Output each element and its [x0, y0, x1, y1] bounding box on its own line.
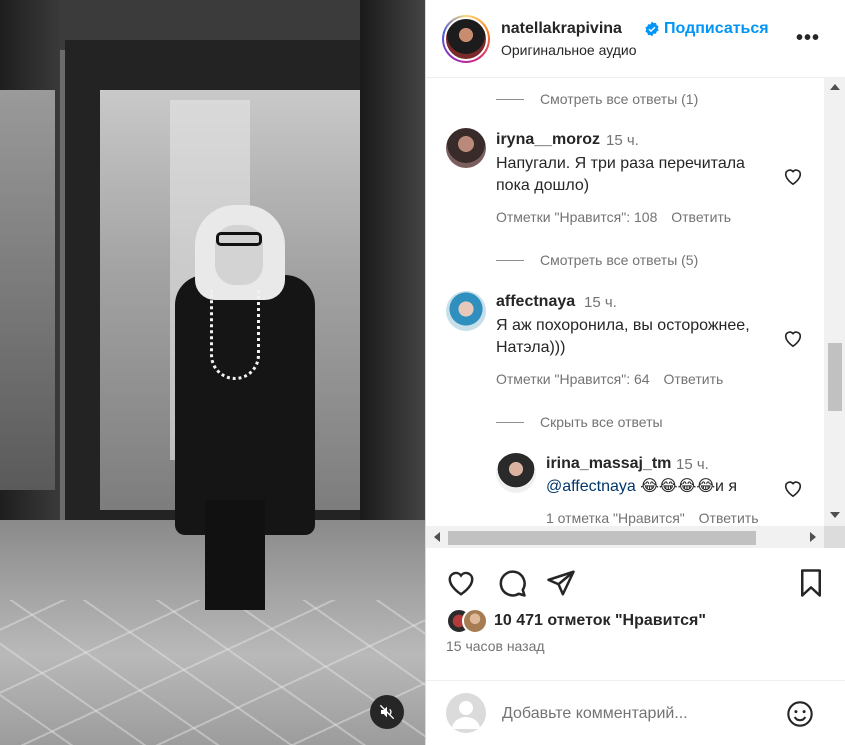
muted-speaker-icon	[379, 704, 395, 720]
vertical-scroll-thumb[interactable]	[828, 343, 842, 411]
post-header: natellakrapivina Подписаться Оригинально…	[426, 0, 845, 78]
default-avatar-icon	[452, 701, 480, 729]
reply-text-rest: 😂😂😂😂и я	[635, 478, 738, 495]
current-user-avatar	[446, 693, 486, 733]
view-replies-label: Смотреть все ответы (1)	[540, 91, 699, 107]
comment-time: 15 ч.	[606, 132, 639, 149]
comment-meta: Отметки "Нравится": 108 Ответить	[496, 209, 741, 225]
verified-badge-icon	[645, 21, 659, 37]
emoji-icon[interactable]	[786, 700, 814, 728]
reply-like-heart-icon[interactable]	[782, 478, 804, 498]
comment-text-line2: Натэла)))	[496, 339, 566, 356]
scroll-down-arrow-icon[interactable]	[830, 512, 840, 518]
comment-icon[interactable]	[497, 568, 527, 598]
author-avatar[interactable]	[442, 15, 490, 63]
comment-text-line2: пока дошло)	[496, 177, 590, 194]
view-replies-label: Смотреть все ответы (5)	[540, 252, 699, 268]
media-figure-legs	[205, 500, 265, 610]
comment-avatar[interactable]	[446, 291, 486, 331]
comment-meta: Отметки "Нравится": 64 Ответить	[496, 371, 733, 387]
mute-button[interactable]	[370, 695, 404, 729]
comment-likes-count[interactable]: Отметки "Нравится": 108	[496, 209, 657, 225]
heart-icon[interactable]	[446, 568, 476, 598]
media-floor-pattern	[0, 600, 425, 745]
comment-username[interactable]: iryna__moroz	[496, 131, 600, 149]
comment-input[interactable]	[502, 703, 772, 725]
scroll-right-arrow-icon[interactable]	[810, 532, 816, 542]
scrollbar-corner	[824, 526, 845, 548]
replies-divider	[496, 421, 524, 423]
liker-avatar[interactable]	[462, 608, 488, 634]
media-figure-glasses	[216, 232, 262, 246]
audio-label[interactable]: Оригинальное аудио	[501, 42, 637, 58]
post-media[interactable]	[0, 0, 425, 745]
view-replies-button[interactable]: Смотреть все ответы (1)	[496, 91, 698, 107]
comment-reply-button[interactable]: Ответить	[663, 371, 723, 387]
send-icon[interactable]	[546, 568, 576, 598]
horizontal-scrollbar[interactable]	[426, 526, 824, 548]
scroll-left-arrow-icon[interactable]	[434, 532, 440, 542]
replies-divider	[496, 259, 524, 261]
post-actions	[426, 560, 845, 608]
media-figure-pearls	[210, 290, 260, 380]
view-replies-button[interactable]: Смотреть все ответы (5)	[496, 252, 698, 268]
comments-list: Смотреть все ответы (1) iryna__moroz 15 …	[426, 78, 845, 526]
comment-avatar[interactable]	[446, 128, 486, 168]
vertical-scrollbar[interactable]	[824, 78, 845, 526]
reply-username[interactable]: irina_massaj_tm	[546, 455, 671, 473]
author-username[interactable]: natellakrapivina	[501, 20, 622, 38]
reply-text: @affectnaya 😂😂😂😂и я	[546, 476, 737, 498]
horizontal-scroll-thumb[interactable]	[448, 531, 756, 545]
comment-username[interactable]: affectnaya	[496, 293, 575, 311]
likes-summary: 10 471 отметок "Нравится"	[446, 606, 706, 636]
likes-count[interactable]: 10 471 отметок "Нравится"	[494, 612, 706, 630]
scroll-up-arrow-icon[interactable]	[830, 84, 840, 90]
comment-like-heart-icon[interactable]	[782, 166, 804, 186]
reply-meta: 1 отметка "Нравится" Ответить	[546, 510, 768, 526]
comment-text: Я аж похоронила, вы осторожнее,	[496, 317, 750, 334]
media-pillar	[360, 0, 425, 560]
reply-likes-count[interactable]: 1 отметка "Нравится"	[546, 510, 685, 526]
reply-mention-link[interactable]: @affectnaya	[546, 478, 636, 495]
comment-reply-button[interactable]: Ответить	[671, 209, 731, 225]
comment-time: 15 ч.	[584, 294, 617, 311]
subscribe-button[interactable]: Подписаться	[664, 20, 769, 38]
replies-divider	[496, 98, 524, 100]
comment-text: Напугали. Я три раза перечитала	[496, 155, 745, 172]
post-side-panel: natellakrapivina Подписаться Оригинально…	[425, 0, 845, 745]
comment-likes-count[interactable]: Отметки "Нравится": 64	[496, 371, 650, 387]
more-options-button[interactable]: •••	[796, 27, 820, 50]
media-window	[0, 90, 55, 490]
comment-like-heart-icon[interactable]	[782, 328, 804, 348]
post-time[interactable]: 15 часов назад	[446, 638, 545, 654]
hide-replies-button[interactable]: Скрыть все ответы	[496, 414, 663, 430]
reply-avatar[interactable]	[496, 453, 536, 493]
reply-time: 15 ч.	[676, 456, 709, 473]
reply-reply-button[interactable]: Ответить	[699, 510, 759, 526]
bookmark-icon[interactable]	[796, 568, 826, 598]
hide-replies-label: Скрыть все ответы	[540, 414, 663, 430]
add-comment-bar	[426, 680, 845, 745]
